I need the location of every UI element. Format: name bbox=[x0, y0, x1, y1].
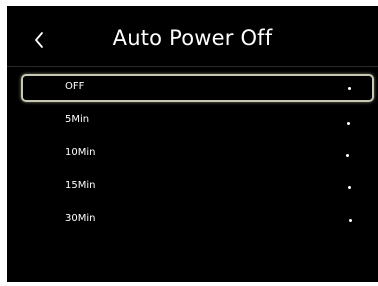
option-indicator-dot bbox=[348, 87, 351, 90]
option-30min[interactable]: 30Min bbox=[21, 206, 374, 234]
option-label: 5Min bbox=[65, 114, 90, 125]
option-15min[interactable]: 15Min bbox=[21, 173, 374, 201]
option-label: OFF bbox=[65, 81, 85, 92]
option-5min[interactable]: 5Min bbox=[21, 107, 374, 135]
option-indicator-dot bbox=[347, 122, 350, 125]
option-off[interactable]: OFF bbox=[21, 74, 374, 102]
option-10min[interactable]: 10Min bbox=[21, 140, 374, 168]
option-label: 15Min bbox=[65, 180, 96, 191]
header-bar: Auto Power Off bbox=[7, 6, 378, 68]
settings-screen: Auto Power Off OFF 5Min 10Min 15Min 30Mi… bbox=[7, 6, 378, 282]
option-indicator-dot bbox=[346, 154, 349, 157]
option-label: 10Min bbox=[65, 147, 96, 158]
option-label: 30Min bbox=[65, 213, 96, 224]
option-indicator-dot bbox=[348, 186, 351, 189]
page-title: Auto Power Off bbox=[112, 26, 273, 50]
header-divider bbox=[7, 66, 378, 67]
option-indicator-dot bbox=[349, 219, 352, 222]
